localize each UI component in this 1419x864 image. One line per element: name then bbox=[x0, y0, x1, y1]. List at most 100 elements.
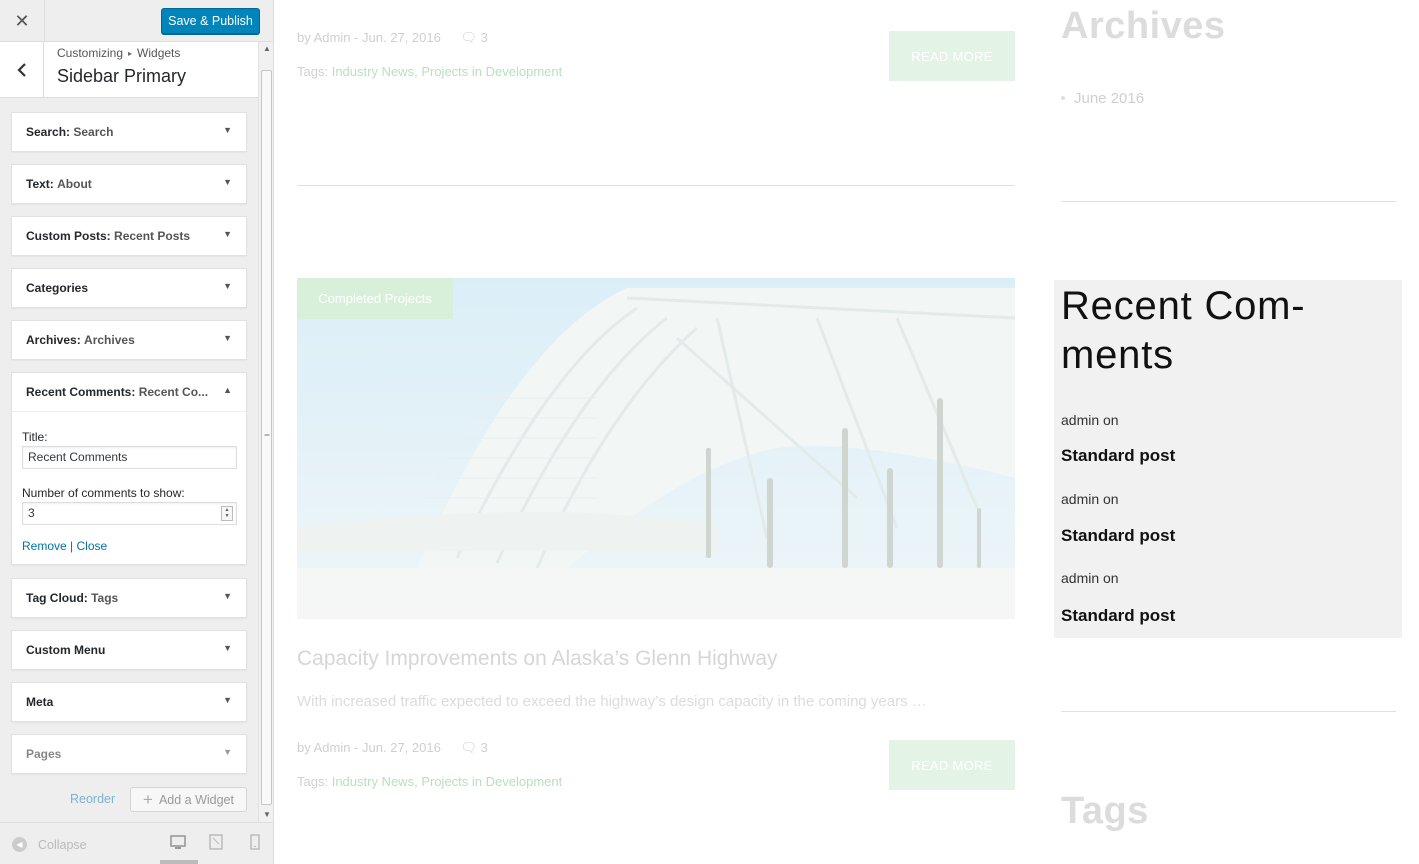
desktop-preview-icon[interactable] bbox=[169, 833, 189, 853]
widget-title: Pages bbox=[26, 747, 61, 761]
section-header: Customizing ▸ Widgets Sidebar Primary bbox=[0, 42, 258, 98]
actions-separator: | bbox=[70, 539, 74, 553]
widget-header[interactable]: Custom Menu ▼ bbox=[12, 631, 246, 669]
widget-header[interactable]: Recent Comments: Recent Co... ▲ bbox=[12, 373, 246, 411]
caret-down-icon[interactable]: ▼ bbox=[223, 747, 232, 757]
tag-separator: , bbox=[414, 774, 418, 789]
widget-archives[interactable]: Archives: Archives ▼ bbox=[11, 320, 247, 360]
tags-label: Tags: bbox=[297, 64, 329, 79]
widget-type: Recent Comments: bbox=[26, 385, 136, 399]
scroll-down-icon[interactable]: ▼ bbox=[263, 810, 271, 819]
comment-post-link[interactable]: Standard post bbox=[1061, 446, 1175, 466]
widget-header[interactable]: Tag Cloud: Tags ▼ bbox=[12, 579, 246, 617]
number-stepper[interactable]: ▲ ▼ bbox=[221, 506, 233, 521]
post-featured-image[interactable] bbox=[297, 278, 1015, 619]
comment-post-link[interactable]: Standard post bbox=[1061, 606, 1175, 626]
caret-up-icon[interactable]: ▲ bbox=[223, 385, 232, 395]
save-publish-button[interactable]: Save & Publish bbox=[161, 8, 260, 34]
widget-title: Categories bbox=[26, 281, 88, 295]
widget-custom-posts[interactable]: Custom Posts: Recent Posts ▼ bbox=[11, 216, 247, 256]
caret-down-icon[interactable]: ▼ bbox=[223, 281, 232, 291]
plus-icon: + bbox=[143, 790, 153, 809]
widget-name: Tags bbox=[91, 591, 119, 605]
close-link[interactable]: Close bbox=[77, 539, 108, 553]
post-meta: by Admin - Jun. 27, 2016 🗨 3 bbox=[297, 30, 488, 46]
recent-comments-heading: Recent Com- ments bbox=[1061, 284, 1306, 377]
archives-link[interactable]: June 2016 bbox=[1074, 90, 1144, 107]
comment-author: admin on bbox=[1061, 491, 1119, 507]
close-icon[interactable]: ✕ bbox=[0, 0, 45, 42]
widget-categories[interactable]: Categories ▼ bbox=[11, 268, 247, 308]
add-widget-button[interactable]: + Add a Widget bbox=[130, 787, 247, 812]
scroll-up-icon[interactable]: ▲ bbox=[263, 44, 271, 53]
caret-down-icon[interactable]: ▼ bbox=[223, 591, 232, 601]
number-label: Number of comments to show: bbox=[22, 486, 185, 500]
breadcrumb: Customizing ▸ Widgets bbox=[57, 46, 180, 60]
tablet-preview-icon[interactable] bbox=[207, 833, 227, 853]
number-field[interactable]: 3 ▲ ▼ bbox=[22, 502, 237, 525]
collapse-label: Collapse bbox=[38, 837, 87, 852]
widget-header[interactable]: Custom Posts: Recent Posts ▼ bbox=[12, 217, 246, 255]
read-more-button[interactable]: READ MORE bbox=[889, 31, 1015, 81]
widget-header[interactable]: Meta ▼ bbox=[12, 683, 246, 721]
comment-count[interactable]: 🗨 3 bbox=[460, 30, 487, 46]
widget-title: Text: About bbox=[26, 177, 92, 191]
breadcrumb-root: Customizing bbox=[57, 46, 124, 60]
widget-header[interactable]: Pages ▼ bbox=[12, 735, 246, 773]
archives-list-item[interactable]: June 2016 bbox=[1061, 90, 1144, 107]
tags-heading: Tags bbox=[1061, 790, 1149, 832]
read-more-button[interactable]: READ MORE bbox=[889, 740, 1015, 790]
caret-down-icon[interactable]: ▼ bbox=[223, 695, 232, 705]
widget-title: Custom Menu bbox=[26, 643, 105, 657]
widget-text[interactable]: Text: About ▼ bbox=[11, 164, 247, 204]
widget-title: Custom Posts: Recent Posts bbox=[26, 229, 190, 243]
tag-link[interactable]: Projects in Development bbox=[421, 774, 562, 789]
widget-recent-comments[interactable]: Recent Comments: Recent Co... ▲ Title: R… bbox=[11, 372, 247, 565]
comment-bubble-icon: 🗨 bbox=[460, 740, 477, 755]
widget-meta[interactable]: Meta ▼ bbox=[11, 682, 247, 722]
caret-down-icon[interactable]: ▼ bbox=[223, 229, 232, 239]
add-widget-label: Add a Widget bbox=[158, 792, 234, 807]
comment-post-link[interactable]: Standard post bbox=[1061, 526, 1175, 546]
tag-link[interactable]: Industry News bbox=[332, 774, 414, 789]
widget-type: Search: bbox=[26, 125, 71, 139]
comment-count-value: 3 bbox=[480, 30, 488, 45]
scrollbar-thumb[interactable]: ═ bbox=[261, 70, 272, 805]
scrollbar-grip-icon: ═ bbox=[264, 432, 270, 439]
widget-search[interactable]: Search: Search ▼ bbox=[11, 112, 247, 152]
breadcrumb-separator-icon: ▸ bbox=[128, 49, 133, 58]
panel-scrollbar[interactable]: ▲ ═ ▼ bbox=[258, 42, 273, 822]
widget-custom-menu[interactable]: Custom Menu ▼ bbox=[11, 630, 247, 670]
post-divider bbox=[297, 185, 1015, 186]
customizer-footer: ◀ Collapse bbox=[0, 822, 273, 864]
title-label: Title: bbox=[22, 430, 48, 444]
title-field[interactable]: Recent Comments bbox=[22, 446, 237, 469]
post-meta: by Admin - Jun. 27, 2016 🗨 3 bbox=[297, 740, 488, 756]
sidebar-divider bbox=[1061, 711, 1396, 712]
back-icon[interactable] bbox=[0, 42, 44, 97]
post-category-badge[interactable]: Completed Projects bbox=[297, 278, 453, 319]
caret-down-icon[interactable]: ▼ bbox=[223, 177, 232, 187]
widget-header[interactable]: Text: About ▼ bbox=[12, 165, 246, 203]
collapse-button[interactable]: ◀ Collapse bbox=[12, 837, 87, 852]
remove-link[interactable]: Remove bbox=[22, 539, 67, 553]
comment-count-value: 3 bbox=[480, 740, 488, 755]
post-tags: Tags: Industry News, Projects in Develop… bbox=[297, 774, 562, 789]
tag-link[interactable]: Projects in Development bbox=[421, 64, 562, 79]
widget-tag-cloud[interactable]: Tag Cloud: Tags ▼ bbox=[11, 578, 247, 618]
widget-header[interactable]: Archives: Archives ▼ bbox=[12, 321, 246, 359]
mobile-preview-icon[interactable] bbox=[246, 833, 266, 853]
caret-down-icon[interactable]: ▼ bbox=[223, 643, 232, 653]
reorder-link[interactable]: Reorder bbox=[70, 792, 115, 806]
caret-down-icon[interactable]: ▼ bbox=[223, 125, 232, 135]
caret-down-icon[interactable]: ▼ bbox=[223, 333, 232, 343]
widget-pages[interactable]: Pages ▼ bbox=[11, 734, 247, 774]
widget-header[interactable]: Categories ▼ bbox=[12, 269, 246, 307]
widget-header[interactable]: Search: Search ▼ bbox=[12, 113, 246, 151]
collapse-arrow-icon: ◀ bbox=[12, 837, 27, 852]
post-title[interactable]: Capacity Improvements on Alaska’s Glenn … bbox=[297, 647, 778, 671]
site-preview: by Admin - Jun. 27, 2016 🗨 3 Tags: Indus… bbox=[274, 0, 1419, 864]
tag-link[interactable]: Industry News bbox=[332, 64, 414, 79]
widget-title: Tag Cloud: Tags bbox=[26, 591, 118, 605]
comment-count[interactable]: 🗨 3 bbox=[460, 740, 487, 756]
